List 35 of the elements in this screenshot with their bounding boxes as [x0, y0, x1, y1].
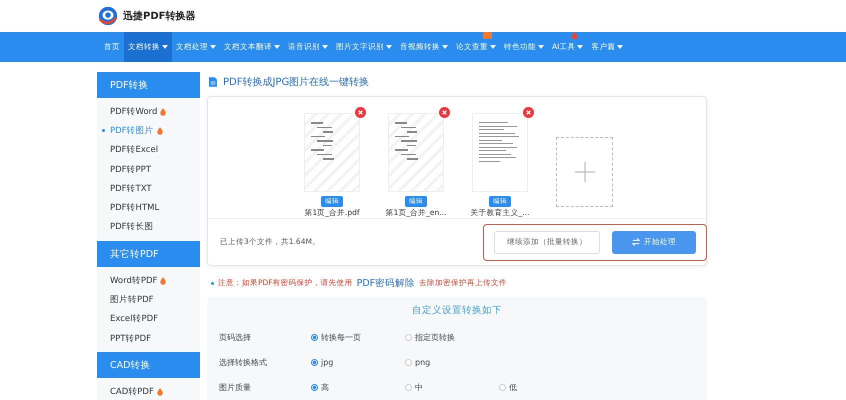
setting-label: 选择转换格式 — [219, 357, 268, 368]
swap-icon — [632, 238, 640, 246]
settings-title: 自定义设置转换如下 — [411, 304, 503, 318]
sidebar-section-title: PDF转换 — [97, 72, 200, 98]
sidebar-section-title: 其它转PDF — [97, 241, 200, 268]
radio-option[interactable]: png — [405, 358, 499, 367]
sidebar-item[interactable]: PDF转Word — [97, 102, 200, 122]
logo-icon — [97, 5, 119, 27]
sidebar-item[interactable]: PDF转TXT — [97, 179, 200, 198]
close-icon[interactable] — [439, 107, 450, 118]
radio-option[interactable]: 转换每一页 — [311, 332, 405, 343]
radio-option[interactable]: 低 — [499, 382, 593, 393]
radio-option[interactable]: 中 — [405, 382, 499, 393]
page-title: PDF转换成JPG图片在线一键转换 — [223, 76, 370, 89]
sidebar-item[interactable]: PDF转HTML — [97, 198, 200, 218]
document-icon — [209, 77, 217, 87]
brand-name: 迅捷PDF转换器 — [123, 10, 196, 23]
radio-option[interactable]: 高 — [311, 382, 405, 393]
sidebar-item[interactable]: Excel转PDF — [97, 310, 200, 329]
sidebar-item[interactable]: CAD转PDF — [97, 382, 200, 400]
sidebar-item[interactable]: PDF转长图 — [97, 218, 200, 238]
sidebar-item[interactable]: PDF转Excel — [97, 140, 200, 160]
sidebar-item[interactable]: PPT转PDF — [97, 328, 200, 348]
sidebar-section-title: CAD转换 — [97, 352, 200, 378]
radio-option[interactable]: jpg — [311, 358, 405, 367]
setting-label: 图片质量 — [219, 382, 252, 393]
plus-icon — [574, 162, 594, 182]
radio-option[interactable]: 指定页转换 — [405, 332, 499, 343]
close-icon[interactable] — [355, 107, 366, 118]
sidebar-item[interactable]: PDF转PPT — [97, 160, 200, 180]
setting-label: 页码选择 — [219, 332, 252, 343]
password-remove-link[interactable]: PDF密码解除 — [356, 276, 416, 290]
sidebar-item[interactable]: 图片转PDF — [97, 290, 200, 310]
sidebar-item[interactable]: Word转PDF — [97, 271, 200, 290]
close-icon[interactable] — [523, 107, 534, 118]
